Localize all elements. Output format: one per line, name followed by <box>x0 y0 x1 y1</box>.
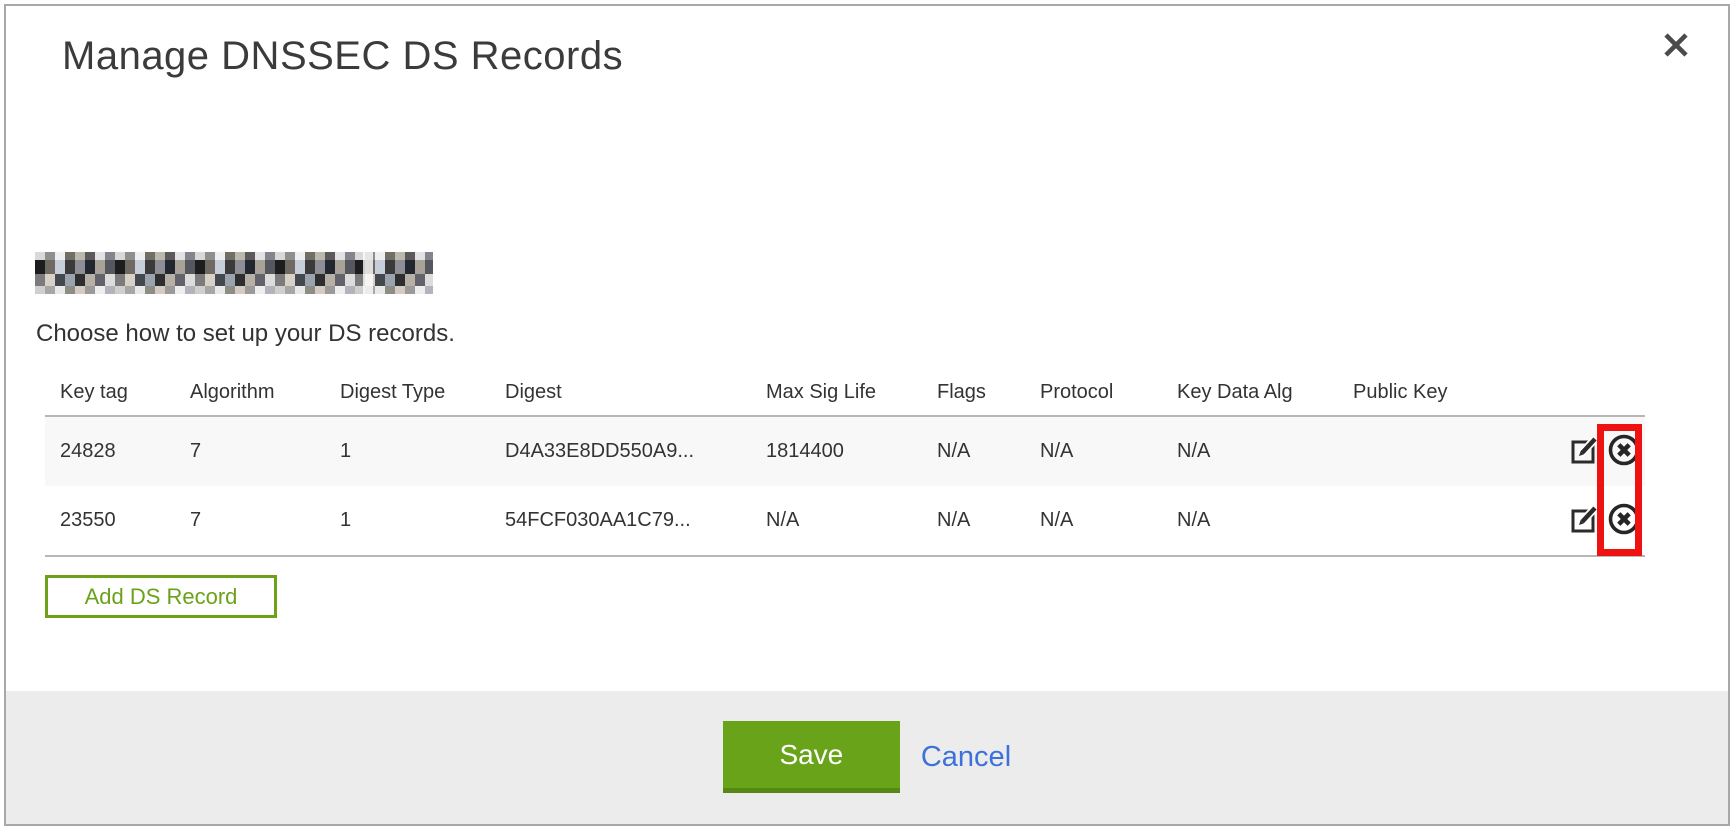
save-button[interactable]: Save <box>723 721 900 793</box>
instruction-text: Choose how to set up your DS records. <box>36 320 455 348</box>
cell-flags: N/A <box>937 509 1040 532</box>
table-header-row: Key tag Algorithm Digest Type Digest Max… <box>45 370 1645 415</box>
column-header-max-sig-life: Max Sig Life <box>766 381 937 404</box>
close-button[interactable] <box>1658 28 1694 64</box>
delete-record-button[interactable] <box>1607 435 1641 469</box>
modal-title: Manage DNSSEC DS Records <box>62 34 623 79</box>
column-header-digest-type: Digest Type <box>340 381 505 404</box>
cell-key-tag: 24828 <box>60 440 190 463</box>
column-header-algorithm: Algorithm <box>190 381 340 404</box>
edit-record-button[interactable] <box>1568 504 1602 538</box>
cell-key-tag: 23550 <box>60 509 190 532</box>
cell-flags: N/A <box>937 440 1040 463</box>
table-row: 23550 7 1 54FCF030AA1C79... N/A N/A N/A … <box>45 486 1645 555</box>
cell-max-sig-life: 1814400 <box>766 440 937 463</box>
add-ds-record-button[interactable]: Add DS Record <box>45 575 277 618</box>
cell-digest: D4A33E8DD550A9... <box>505 440 766 463</box>
cell-key-data-alg: N/A <box>1177 440 1353 463</box>
redacted-domain-name <box>35 252 433 294</box>
cell-digest-type: 1 <box>340 440 505 463</box>
cell-algorithm: 7 <box>190 440 340 463</box>
ds-records-table: Key tag Algorithm Digest Type Digest Max… <box>45 370 1645 557</box>
cancel-link[interactable]: Cancel <box>921 721 1011 793</box>
edit-record-button[interactable] <box>1568 435 1602 469</box>
delete-icon <box>1607 433 1641 470</box>
cell-key-data-alg: N/A <box>1177 509 1353 532</box>
table-body: 24828 7 1 D4A33E8DD550A9... 1814400 N/A … <box>45 415 1645 557</box>
close-icon <box>1661 48 1691 63</box>
column-header-flags: Flags <box>937 381 1040 404</box>
cell-algorithm: 7 <box>190 509 340 532</box>
cell-protocol: N/A <box>1040 440 1177 463</box>
edit-icon <box>1570 435 1600 468</box>
cell-max-sig-life: N/A <box>766 509 937 532</box>
edit-icon <box>1570 504 1600 537</box>
delete-record-button[interactable] <box>1607 504 1641 538</box>
column-header-protocol: Protocol <box>1040 381 1177 404</box>
screen: Manage DNSSEC DS Records Choose how to s… <box>0 0 1734 830</box>
column-header-digest: Digest <box>505 381 766 404</box>
manage-dnssec-modal: Manage DNSSEC DS Records Choose how to s… <box>4 4 1730 826</box>
column-header-key-tag: Key tag <box>60 381 190 404</box>
cell-protocol: N/A <box>1040 509 1177 532</box>
column-header-public-key: Public Key <box>1353 381 1548 404</box>
cell-digest: 54FCF030AA1C79... <box>505 509 766 532</box>
column-header-key-data-alg: Key Data Alg <box>1177 381 1353 404</box>
cell-digest-type: 1 <box>340 509 505 532</box>
delete-icon <box>1607 502 1641 539</box>
modal-footer: Save Cancel <box>6 691 1728 824</box>
table-row: 24828 7 1 D4A33E8DD550A9... 1814400 N/A … <box>45 417 1645 486</box>
